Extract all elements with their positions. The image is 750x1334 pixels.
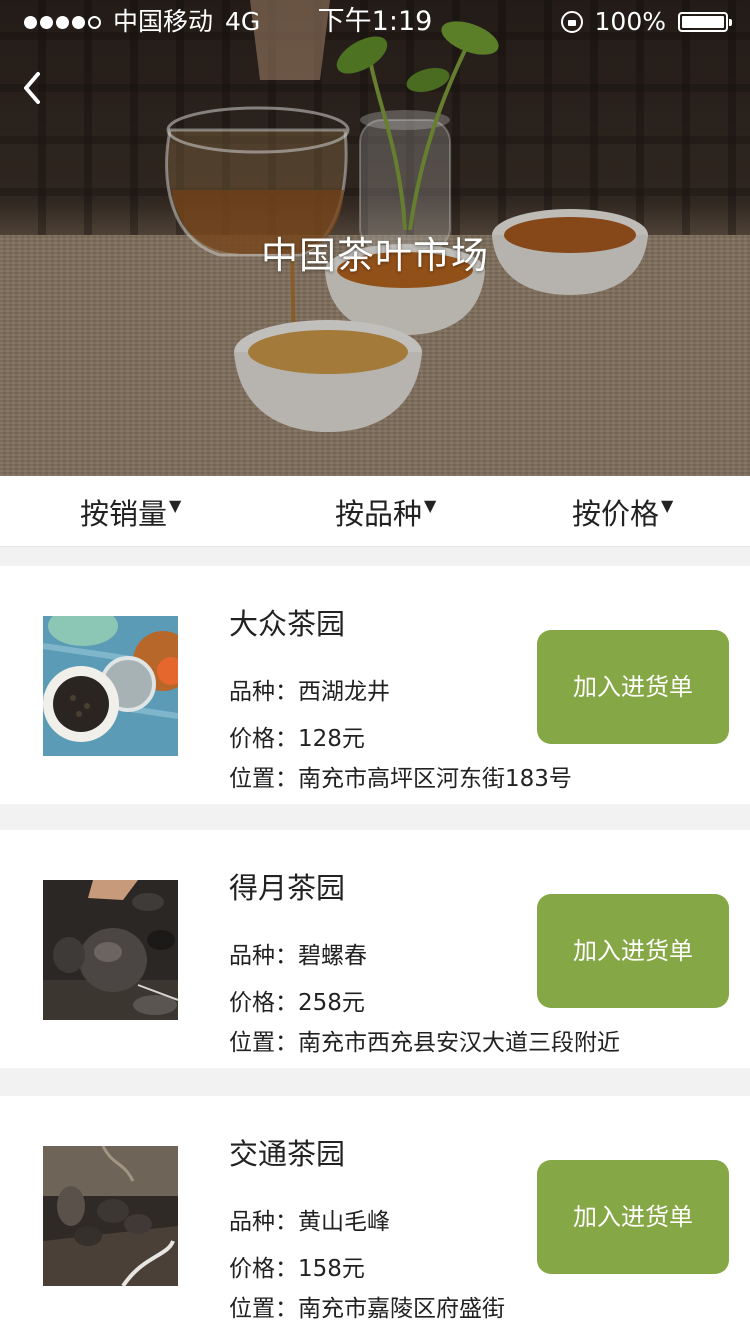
battery-percent: 100%	[594, 7, 666, 36]
hero-banner: 中国移动 4G 下午1:19 100% 中国茶叶市场	[0, 0, 750, 476]
location-label: 位置：	[229, 1296, 298, 1322]
location-value: 南充市高坪区河东街183号	[298, 766, 572, 792]
garden-card[interactable]: 交通茶园 品种：黄山毛峰 价格：158元 位置：南充市嘉陵区府盛街 加入进货单	[0, 1096, 750, 1334]
variety-row: 品种：西湖龙井	[229, 672, 390, 706]
caret-down-icon: ▼	[424, 496, 437, 515]
price-label: 价格：	[229, 726, 298, 752]
orientation-lock-icon	[560, 11, 583, 33]
caret-down-icon: ▼	[169, 496, 182, 515]
garden-card[interactable]: 得月茶园 品种：碧螺春 价格：258元 位置：南充市西充县安汉大道三段附近 加入…	[0, 830, 750, 1068]
location-value: 南充市嘉陵区府盛街	[298, 1296, 505, 1322]
add-to-order-button[interactable]: 加入进货单	[537, 1160, 729, 1274]
back-button[interactable]	[14, 66, 54, 110]
location-label: 位置：	[229, 1030, 298, 1056]
location-row: 位置：南充市嘉陵区府盛街	[229, 1289, 505, 1323]
variety-row: 品种：黄山毛峰	[229, 1202, 390, 1236]
garden-name: 大众茶园	[229, 607, 346, 641]
chevron-left-icon	[24, 72, 40, 104]
variety-label: 品种：	[229, 943, 298, 969]
filter-bar: 按销量 ▼ 按品种 ▼ 按价格 ▼	[0, 476, 750, 547]
variety-label: 品种：	[229, 1209, 298, 1235]
variety-row: 品种：碧螺春	[229, 936, 367, 970]
price-row: 价格：128元	[229, 719, 365, 753]
status-bar: 中国移动 4G 下午1:19 100%	[0, 0, 750, 44]
filter-label: 按销量	[80, 497, 168, 531]
product-thumbnail	[43, 616, 178, 756]
filter-by-variety[interactable]: 按品种 ▼	[335, 476, 436, 546]
price-label: 价格：	[229, 990, 298, 1016]
filter-by-price[interactable]: 按价格 ▼	[572, 476, 673, 546]
garden-name: 得月茶园	[229, 871, 346, 905]
product-thumbnail	[43, 880, 178, 1020]
location-label: 位置：	[229, 766, 298, 792]
price-row: 价格：258元	[229, 983, 365, 1017]
add-to-order-button[interactable]: 加入进货单	[537, 894, 729, 1008]
variety-value: 黄山毛峰	[298, 1209, 390, 1235]
location-row: 位置：南充市高坪区河东街183号	[229, 759, 572, 793]
garden-name: 交通茶园	[229, 1137, 346, 1171]
battery-icon	[678, 12, 732, 32]
garden-card[interactable]: 大众茶园 品种：西湖龙井 价格：128元 位置：南充市高坪区河东街183号 加入…	[0, 566, 750, 804]
filter-by-sales[interactable]: 按销量 ▼	[80, 476, 181, 546]
add-to-order-button[interactable]: 加入进货单	[537, 630, 729, 744]
filter-label: 按品种	[335, 497, 423, 531]
variety-value: 西湖龙井	[298, 679, 390, 705]
variety-label: 品种：	[229, 679, 298, 705]
product-thumbnail	[43, 1146, 178, 1286]
caret-down-icon: ▼	[661, 496, 674, 515]
location-row: 位置：南充市西充县安汉大道三段附近	[229, 1023, 620, 1057]
page-title: 中国茶叶市场	[261, 234, 489, 277]
price-row: 价格：158元	[229, 1249, 365, 1283]
location-value: 南充市西充县安汉大道三段附近	[298, 1030, 620, 1056]
filter-label: 按价格	[572, 497, 660, 531]
price-value: 258元	[298, 990, 365, 1016]
price-value: 128元	[298, 726, 365, 752]
variety-value: 碧螺春	[298, 943, 367, 969]
price-value: 158元	[298, 1256, 365, 1282]
price-label: 价格：	[229, 1256, 298, 1282]
